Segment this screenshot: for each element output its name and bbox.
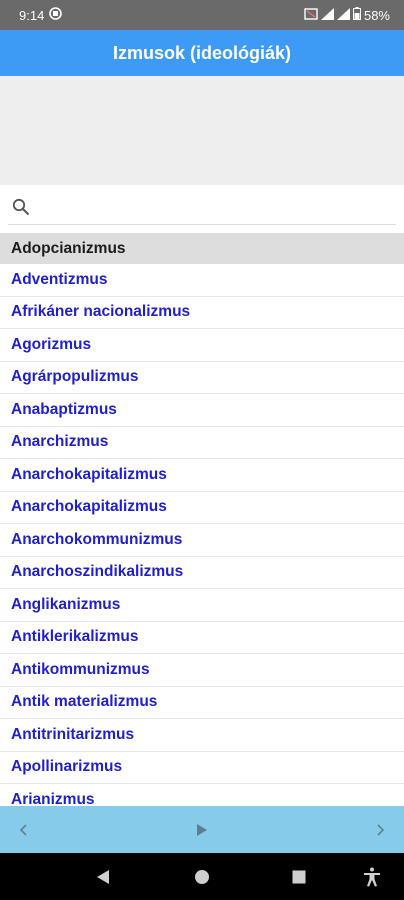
chevron-right-icon[interactable]	[370, 820, 390, 840]
list-item[interactable]: Anabaptizmus	[0, 394, 404, 427]
search-underline	[8, 224, 396, 225]
ad-banner-area	[0, 76, 404, 185]
list-item[interactable]: Antitrinitarizmus	[0, 719, 404, 752]
back-icon[interactable]	[91, 865, 115, 889]
list-item[interactable]: Adventizmus	[0, 264, 404, 297]
status-bar: 9:14 58%	[0, 0, 404, 30]
cast-icon	[304, 7, 318, 23]
wifi-icon	[320, 7, 334, 23]
chevron-left-icon[interactable]	[14, 820, 34, 840]
list-item-label: Afrikáner nacionalizmus	[11, 303, 191, 321]
battery-percent: 58%	[363, 7, 390, 23]
list-item-label: Antik materializmus	[11, 693, 158, 711]
status-right: 58%	[304, 7, 390, 23]
recents-icon[interactable]	[287, 865, 311, 889]
page-title: Izmusok (ideológiák)	[112, 42, 292, 63]
list-item[interactable]: Anarchoszindikalizmus	[0, 557, 404, 589]
list-item[interactable]: Agorizmus	[0, 329, 404, 362]
list-item[interactable]: Antik materializmus	[0, 687, 404, 719]
list-item-label: Agorizmus	[11, 335, 92, 353]
search-icon	[12, 198, 30, 221]
list-item[interactable]: Agrárpopulizmus	[0, 362, 404, 394]
list-item-label: Anarchokommunizmus	[11, 530, 183, 548]
search-input[interactable]	[40, 193, 384, 225]
list-section-header: Adopcianizmus	[0, 233, 404, 264]
list-item-label: Adventizmus	[11, 270, 108, 288]
list-item[interactable]: Anglikanizmus	[0, 589, 404, 622]
system-navigation-bar	[0, 853, 404, 900]
accessibility-icon[interactable]	[360, 865, 384, 889]
list-item[interactable]: Apollinarizmus	[0, 752, 404, 784]
list-item-label: Anarchokapitalizmus	[11, 465, 167, 483]
list-item-label: Antitrinitarizmus	[11, 725, 135, 743]
list-item[interactable]: Anarchokommunizmus	[0, 524, 404, 557]
list-item-label: Arianizmus	[11, 790, 95, 806]
status-time: 9:14	[19, 7, 45, 23]
home-icon[interactable]	[190, 865, 214, 889]
list-item-label: Anabaptizmus	[11, 400, 117, 418]
list-item-label: Antikommunizmus	[11, 660, 150, 678]
search-bar	[0, 185, 404, 233]
list-item-label: Anarchokapitalizmus	[11, 498, 167, 516]
list-item[interactable]: Arianizmus	[0, 784, 404, 806]
list-item[interactable]: Afrikáner nacionalizmus	[0, 297, 404, 329]
list-item[interactable]: Anarchizmus	[0, 427, 404, 459]
list-item-label: Agrárpopulizmus	[11, 368, 139, 386]
list-item[interactable]: Antikommunizmus	[0, 654, 404, 687]
play-icon[interactable]	[192, 820, 212, 840]
list-item-label: Anarchizmus	[11, 433, 109, 451]
battery-icon	[352, 7, 361, 23]
list-item-label: Apollinarizmus	[11, 758, 123, 776]
list-item-label: Antiklerikalizmus	[11, 628, 139, 646]
notification-icon	[49, 7, 63, 23]
list-item[interactable]: Anarchokapitalizmus	[0, 492, 404, 524]
ideology-list: Adventizmus Afrikáner nacionalizmus Agor…	[0, 264, 404, 806]
section-header-label: Adopcianizmus	[11, 239, 126, 257]
list-item-label: Anarchoszindikalizmus	[11, 563, 184, 581]
list-item[interactable]: Anarchokapitalizmus	[0, 459, 404, 492]
app-title-bar: Izmusok (ideológiák)	[0, 30, 404, 76]
bottom-control-bar	[0, 806, 404, 853]
list-item-label: Anglikanizmus	[11, 595, 121, 613]
status-left: 9:14	[19, 7, 63, 23]
list-item[interactable]: Antiklerikalizmus	[0, 622, 404, 654]
signal-icon	[336, 7, 350, 23]
